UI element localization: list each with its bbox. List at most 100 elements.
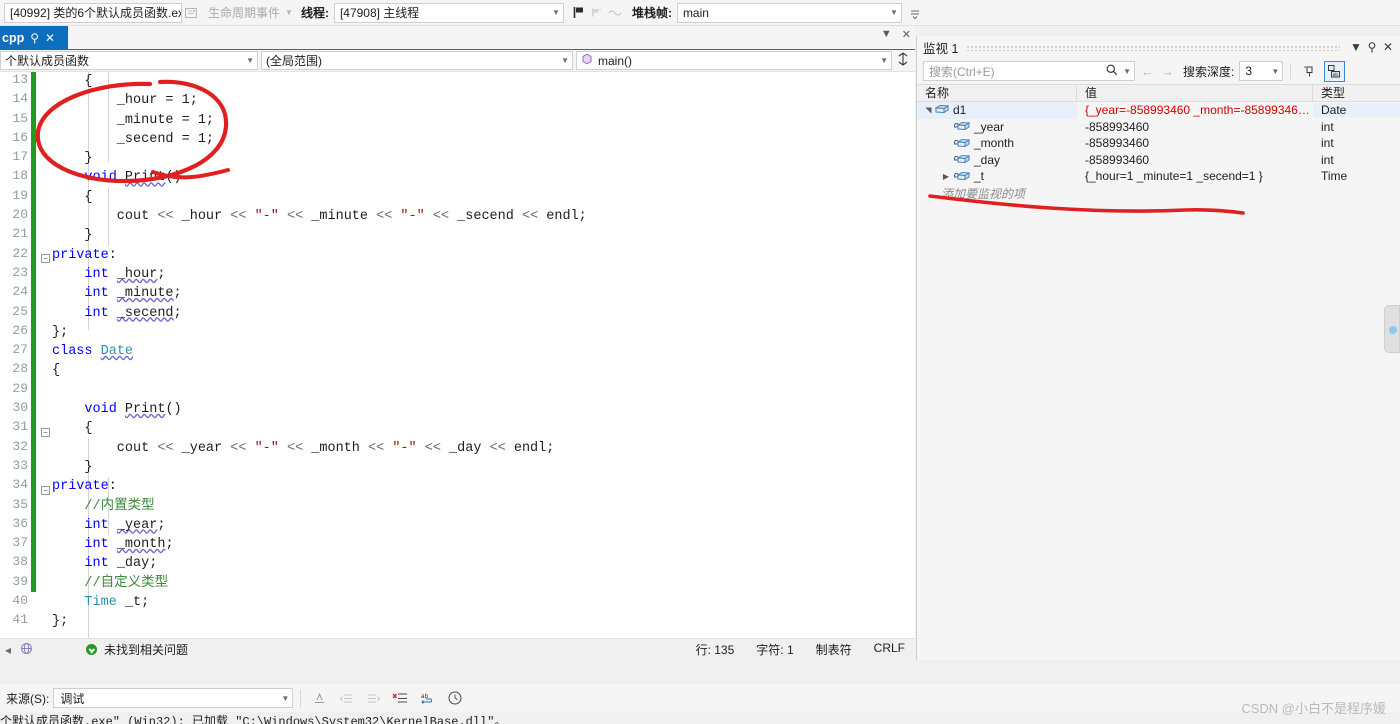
code-line[interactable]: cout << _year << "-" << _month << "-" <<… bbox=[52, 439, 887, 458]
watch-row-name-cell[interactable]: _year bbox=[917, 119, 1077, 136]
watch-row-name-cell[interactable]: ◢ d1 bbox=[917, 102, 1077, 119]
code-line[interactable]: } bbox=[52, 226, 887, 245]
code-line[interactable]: int _hour; bbox=[52, 265, 887, 284]
chevron-down-icon[interactable]: ▼ bbox=[1348, 40, 1364, 54]
flag-icon[interactable] bbox=[570, 4, 588, 22]
code-line[interactable]: void Print() bbox=[52, 400, 887, 419]
code-line[interactable]: { bbox=[52, 188, 887, 207]
pin-column-icon[interactable] bbox=[1298, 61, 1319, 82]
close-icon[interactable]: ✕ bbox=[1380, 40, 1396, 54]
search-input[interactable]: 搜索(Ctrl+E) ▼ bbox=[923, 61, 1135, 81]
arrow-right-icon[interactable]: → bbox=[1160, 64, 1175, 79]
code-line[interactable]: int _day; bbox=[52, 554, 887, 573]
code-line[interactable]: int _year; bbox=[52, 516, 887, 535]
chevron-down-icon[interactable]: ▼ bbox=[1123, 67, 1131, 76]
code-line[interactable]: //内置类型 bbox=[52, 497, 887, 516]
go-to-prev-icon[interactable] bbox=[335, 687, 358, 709]
status-indent[interactable]: 制表符 bbox=[816, 641, 852, 658]
find-icon[interactable] bbox=[308, 687, 331, 709]
watch-row[interactable]: _year -858993460 int bbox=[917, 119, 1400, 136]
code-line[interactable]: { bbox=[52, 419, 887, 438]
watch-row-value[interactable]: -858993460 bbox=[1077, 153, 1313, 167]
breadcrumb-project-selector[interactable]: 个默认成员函数 ▼ bbox=[0, 51, 258, 70]
search-depth-input[interactable]: 3 ▼ bbox=[1239, 61, 1284, 81]
code-line[interactable]: { bbox=[52, 361, 887, 380]
stack-frame-selector[interactable]: main ▼ bbox=[676, 2, 902, 23]
side-panel-tab[interactable] bbox=[1384, 305, 1400, 353]
watch-grid-header: 名称 值 类型 bbox=[917, 84, 1400, 102]
code-line[interactable]: }; bbox=[52, 323, 887, 342]
chevron-collapsed-icon[interactable]: ▶ bbox=[939, 172, 953, 181]
output-source-selector[interactable]: 调试 ▼ bbox=[53, 688, 294, 708]
watch-row[interactable]: ◢ d1 {_year=-858993460 _month=-858993460 .… bbox=[917, 102, 1400, 119]
code-line[interactable]: int _secend; bbox=[52, 304, 887, 323]
search-icon[interactable] bbox=[1105, 63, 1119, 80]
tab-cpp[interactable]: cpp ⚲ ✕ bbox=[0, 26, 68, 50]
lifecycle-events-label[interactable]: 生命周期事件 bbox=[208, 4, 280, 21]
chevron-expanded-icon[interactable]: ◢ bbox=[924, 103, 933, 117]
watch-row[interactable]: ▶ _t {_hour=1 _minute=1 _secend=1 } Time bbox=[917, 168, 1400, 185]
toggle-timestamp-icon[interactable] bbox=[443, 687, 466, 709]
watch-row-value[interactable]: -858993460 bbox=[1077, 136, 1313, 150]
code-line[interactable]: cout << _hour << "-" << _minute << "-" <… bbox=[52, 207, 887, 226]
code-token: << bbox=[368, 440, 385, 456]
lifecycle-chevron-down-icon[interactable]: ▼ bbox=[285, 8, 293, 17]
close-icon[interactable]: ✕ bbox=[902, 28, 911, 41]
close-icon[interactable]: ✕ bbox=[45, 31, 55, 45]
line-number: 25 bbox=[12, 303, 28, 319]
split-view-icon[interactable] bbox=[895, 52, 911, 69]
code-line[interactable] bbox=[52, 381, 887, 400]
code-line[interactable]: void Print() bbox=[52, 168, 887, 187]
thread-label: 线程: bbox=[300, 6, 329, 20]
code-line[interactable]: }; bbox=[52, 612, 887, 631]
watch-row[interactable]: _day -858993460 int bbox=[917, 152, 1400, 169]
clear-all-icon[interactable] bbox=[389, 687, 412, 709]
pin-icon[interactable]: ⚲ bbox=[1364, 40, 1380, 54]
toolbar-overflow-icon[interactable] bbox=[906, 4, 924, 22]
code-token: << bbox=[489, 440, 506, 456]
watch-row-name-cell[interactable]: _day bbox=[917, 152, 1077, 169]
code-line[interactable]: private: bbox=[52, 246, 887, 265]
watch-row-value[interactable]: -858993460 bbox=[1077, 120, 1313, 134]
go-to-next-icon[interactable] bbox=[362, 687, 385, 709]
column-header-value[interactable]: 值 bbox=[1077, 85, 1313, 101]
watch-row-value[interactable]: {_hour=1 _minute=1 _secend=1 } bbox=[1077, 169, 1313, 183]
add-watch-item-row[interactable]: 添加要监视的项 bbox=[917, 185, 1400, 201]
process-selector[interactable]: [40992] 类的6个默认成员函数.ex ▼ bbox=[4, 2, 182, 23]
watch-row[interactable]: _month -858993460 int bbox=[917, 135, 1400, 152]
code-editor[interactable]: − − − 13 14 15 16 17 18 19 20 21 22 23 24 25 26 27 28 29… bbox=[0, 72, 915, 638]
column-header-type[interactable]: 类型 bbox=[1313, 85, 1400, 101]
process-selector-label: [40992] 类的6个默认成员函数.ex bbox=[10, 6, 182, 20]
watch-row-name-cell[interactable]: ▶ _t bbox=[917, 168, 1077, 185]
breadcrumb-scope-selector[interactable]: (全局范围) ▼ bbox=[261, 51, 573, 70]
fold-toggle[interactable]: − bbox=[41, 486, 50, 495]
chevron-down-icon[interactable]: ▼ bbox=[881, 28, 892, 41]
code-line[interactable]: _hour = 1; bbox=[52, 91, 887, 110]
breadcrumb-member-selector[interactable]: main() ▼ bbox=[576, 51, 892, 70]
status-prev-icon[interactable]: ◂ bbox=[0, 643, 16, 657]
code-line[interactable]: } bbox=[52, 149, 887, 168]
thread-selector[interactable]: [47908] 主线程 ▼ bbox=[333, 2, 564, 23]
code-line[interactable]: //自定义类型 bbox=[52, 574, 887, 593]
code-text[interactable]: { _hour = 1; _minute = 1; _secend = 1; }… bbox=[52, 72, 887, 638]
code-line[interactable]: _minute = 1; bbox=[52, 111, 887, 130]
watch-row-name-cell[interactable]: _month bbox=[917, 135, 1077, 152]
arrow-left-icon[interactable]: ← bbox=[1140, 64, 1155, 79]
pin-icon[interactable]: ⚲ bbox=[30, 31, 39, 45]
code-line[interactable]: } bbox=[52, 458, 887, 477]
code-line[interactable]: Time _t; bbox=[52, 593, 887, 612]
watch-row-value[interactable]: {_year=-858993460 _month=-858993460 ... bbox=[1077, 103, 1313, 117]
fold-toggle[interactable]: − bbox=[41, 428, 50, 437]
code-line[interactable]: { bbox=[52, 72, 887, 91]
code-line[interactable]: class Date bbox=[52, 342, 887, 361]
word-wrap-icon[interactable]: ab bbox=[416, 687, 439, 709]
code-line[interactable]: private: bbox=[52, 477, 887, 496]
fold-toggle[interactable]: − bbox=[41, 254, 50, 263]
code-line[interactable]: int _month; bbox=[52, 535, 887, 554]
code-token: } bbox=[52, 151, 93, 167]
code-line[interactable]: int _minute; bbox=[52, 284, 887, 303]
code-line[interactable]: _secend = 1; bbox=[52, 130, 887, 149]
status-eol[interactable]: CRLF bbox=[874, 641, 905, 658]
hex-display-icon[interactable]: ab bbox=[1324, 60, 1346, 82]
column-header-name[interactable]: 名称 bbox=[917, 85, 1077, 101]
